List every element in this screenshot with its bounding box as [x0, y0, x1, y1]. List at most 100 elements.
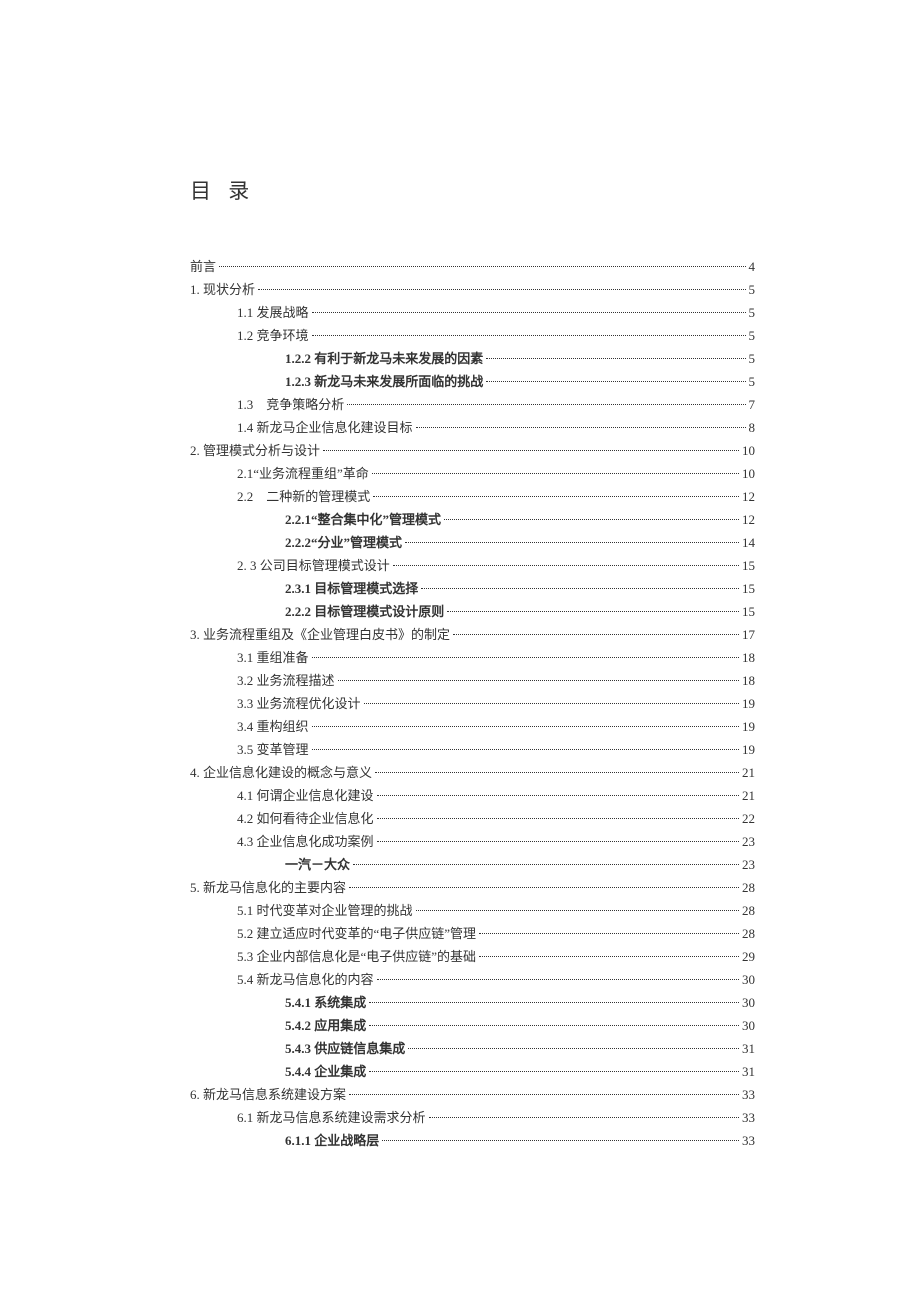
toc-entry-label: 6.1 新龙马信息系统建设需求分析	[237, 1106, 426, 1129]
toc-entry-label: 3.2 业务流程描述	[237, 669, 335, 692]
toc-entry-page: 28	[742, 876, 755, 899]
toc-entry-page: 30	[742, 991, 755, 1014]
toc-entry-label: 5.2 建立适应时代变革的“电子供应链”管理	[237, 922, 476, 945]
toc-entry-page: 30	[742, 1014, 755, 1037]
toc-dot-leader	[444, 519, 739, 520]
toc-dot-leader	[349, 1094, 739, 1095]
toc-dot-leader	[421, 588, 739, 589]
toc-entry-label: 1.2.3 新龙马未来发展所面临的挑战	[285, 370, 483, 393]
toc-entry: 5.4.4 企业集成 31	[190, 1060, 755, 1083]
toc-dot-leader	[377, 818, 739, 819]
toc-entry-page: 15	[742, 600, 755, 623]
toc-entry: 1.2.3 新龙马未来发展所面临的挑战 5	[190, 370, 755, 393]
toc-entry: 4.3 企业信息化成功案例 23	[190, 830, 755, 853]
toc-dot-leader	[347, 404, 745, 405]
toc-entry: 3.5 变革管理 19	[190, 738, 755, 761]
toc-entry: 4.1 何谓企业信息化建设 21	[190, 784, 755, 807]
toc-entry-page: 5	[749, 278, 756, 301]
table-of-contents: 前言41. 现状分析51.1 发展战略51.2 竞争环境51.2.2 有利于新龙…	[190, 255, 755, 1152]
toc-dot-leader	[338, 680, 739, 681]
toc-dot-leader	[373, 496, 739, 497]
toc-entry-label: 3.3 业务流程优化设计	[237, 692, 361, 715]
toc-entry-label: 4.3 企业信息化成功案例	[237, 830, 374, 853]
toc-dot-leader	[372, 473, 739, 474]
toc-entry-page: 19	[742, 738, 755, 761]
toc-entry: 4.2 如何看待企业信息化 22	[190, 807, 755, 830]
toc-entry-page: 15	[742, 577, 755, 600]
toc-entry-label: 5.4.1 系统集成	[285, 991, 366, 1014]
toc-entry-page: 10	[742, 439, 755, 462]
toc-entry: 5.4.3 供应链信息集成 31	[190, 1037, 755, 1060]
toc-entry-page: 10	[742, 462, 755, 485]
toc-entry-label: 2. 管理模式分析与设计	[190, 439, 320, 462]
toc-entry: 1.3 竞争策略分析7	[190, 393, 755, 416]
toc-entry-page: 23	[742, 830, 755, 853]
toc-entry-label: 1. 现状分析	[190, 278, 255, 301]
toc-entry-page: 19	[742, 692, 755, 715]
toc-dot-leader	[219, 266, 745, 267]
toc-entry: 5. 新龙马信息化的主要内容28	[190, 876, 755, 899]
toc-dot-leader	[416, 910, 739, 911]
toc-entry-label: 2.1“业务流程重组”革命	[237, 462, 369, 485]
toc-entry: 3.1 重组准备18	[190, 646, 755, 669]
toc-entry: 1. 现状分析 5	[190, 278, 755, 301]
toc-entry-label: 5.3 企业内部信息化是“电子供应链”的基础	[237, 945, 476, 968]
toc-entry-page: 28	[742, 899, 755, 922]
toc-entry-page: 18	[742, 669, 755, 692]
toc-entry: 2.2.2 目标管理模式设计原则 15	[190, 600, 755, 623]
toc-entry-label: 前言	[190, 255, 216, 278]
toc-entry-label: 4.2 如何看待企业信息化	[237, 807, 374, 830]
toc-entry-label: 4.1 何谓企业信息化建设	[237, 784, 374, 807]
toc-dot-leader	[453, 634, 739, 635]
toc-entry-label: 1.3 竞争策略分析	[237, 393, 344, 416]
toc-entry-page: 12	[742, 508, 755, 531]
toc-entry: 5.4.1 系统集成 30	[190, 991, 755, 1014]
toc-entry: 2.2 二种新的管理模式12	[190, 485, 755, 508]
toc-entry-page: 21	[742, 784, 755, 807]
toc-dot-leader	[312, 312, 746, 313]
toc-entry-label: 5.4.2 应用集成	[285, 1014, 366, 1037]
toc-entry-label: 6. 新龙马信息系统建设方案	[190, 1083, 346, 1106]
toc-entry-label: 3.5 变革管理	[237, 738, 309, 761]
toc-entry-page: 15	[742, 554, 755, 577]
toc-dot-leader	[429, 1117, 739, 1118]
toc-dot-leader	[349, 887, 739, 888]
toc-entry-label: 5.4.3 供应链信息集成	[285, 1037, 405, 1060]
toc-entry: 1.4 新龙马企业信息化建设目标8	[190, 416, 755, 439]
toc-entry-page: 31	[742, 1060, 755, 1083]
toc-entry-page: 5	[749, 301, 756, 324]
toc-entry: 一汽－大众 23	[190, 853, 755, 876]
toc-entry: 2.2.2“分业”管理模式 14	[190, 531, 755, 554]
toc-entry: 5.4.2 应用集成 30	[190, 1014, 755, 1037]
toc-entry: 2. 管理模式分析与设计 10	[190, 439, 755, 462]
toc-entry: 5.1 时代变革对企业管理的挑战28	[190, 899, 755, 922]
toc-dot-leader	[258, 289, 745, 290]
toc-entry-page: 14	[742, 531, 755, 554]
toc-dot-leader	[382, 1140, 739, 1141]
toc-entry-page: 4	[749, 255, 756, 278]
toc-entry: 6.1 新龙马信息系统建设需求分析 33	[190, 1106, 755, 1129]
toc-entry-label: 4. 企业信息化建设的概念与意义	[190, 761, 372, 784]
toc-entry-label: 3. 业务流程重组及《企业管理白皮书》的制定	[190, 623, 450, 646]
toc-entry: 4. 企业信息化建设的概念与意义21	[190, 761, 755, 784]
toc-entry-label: 1.1 发展战略	[237, 301, 309, 324]
toc-dot-leader	[323, 450, 739, 451]
toc-dot-leader	[479, 933, 739, 934]
toc-entry-page: 33	[742, 1106, 755, 1129]
toc-entry-page: 18	[742, 646, 755, 669]
toc-entry-page: 28	[742, 922, 755, 945]
toc-dot-leader	[416, 427, 746, 428]
toc-dot-leader	[377, 979, 739, 980]
toc-entry-label: 3.4 重构组织	[237, 715, 309, 738]
toc-entry: 1.2 竞争环境5	[190, 324, 755, 347]
toc-dot-leader	[364, 703, 739, 704]
toc-entry-label: 2.2.1“整合集中化”管理模式	[285, 508, 441, 531]
toc-entry-page: 23	[742, 853, 755, 876]
toc-dot-leader	[377, 795, 739, 796]
toc-entry-label: 2.2.2“分业”管理模式	[285, 531, 402, 554]
toc-dot-leader	[405, 542, 739, 543]
toc-entry: 5.3 企业内部信息化是“电子供应链”的基础29	[190, 945, 755, 968]
toc-entry-label: 2. 3 公司目标管理模式设计	[237, 554, 390, 577]
toc-entry-page: 22	[742, 807, 755, 830]
toc-entry: 1.2.2 有利于新龙马未来发展的因素 5	[190, 347, 755, 370]
